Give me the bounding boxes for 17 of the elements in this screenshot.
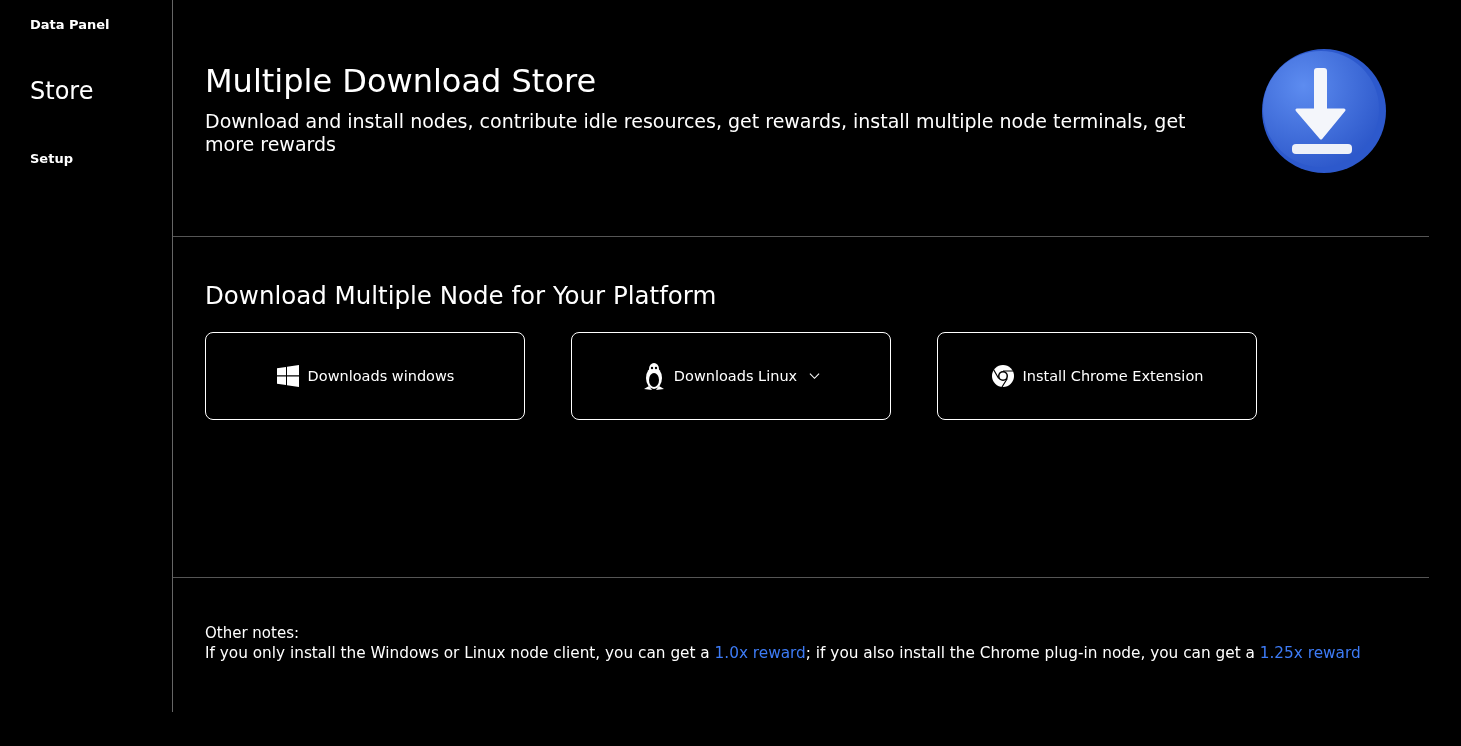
notes-text: If you only install the Windows or Linux node client, you can get a 1.0x reward; if you also install the Chrome plug-in node, you can get a 1.25x reward	[205, 644, 1362, 662]
reward-link[interactable]: 1.0x reward	[714, 644, 806, 662]
reward-link[interactable]: 1.25x reward	[1259, 644, 1361, 662]
download-icon	[1259, 46, 1389, 176]
notes-title: Other notes:	[205, 624, 301, 642]
download-button[interactable]: Downloads Linux	[571, 332, 891, 420]
chrome-icon	[990, 364, 1015, 388]
page-description: Download and install nodes, contribute idle resources, get rewards, install multiple node terminals, get more rewards	[205, 110, 1187, 156]
download-button[interactable]: Install Chrome Extension	[937, 332, 1257, 420]
windows-icon	[275, 364, 300, 388]
download-button[interactable]: Downloads windows	[205, 332, 525, 420]
nav-item[interactable]: Data Panel	[30, 16, 172, 34]
nav-item[interactable]: Store	[30, 76, 172, 106]
nav-item[interactable]: Setup	[30, 150, 172, 168]
section-heading: Download Multiple Node for Your Platform	[205, 281, 718, 310]
caret-icon	[809, 372, 821, 380]
page-title: Multiple Download Store	[205, 62, 598, 100]
